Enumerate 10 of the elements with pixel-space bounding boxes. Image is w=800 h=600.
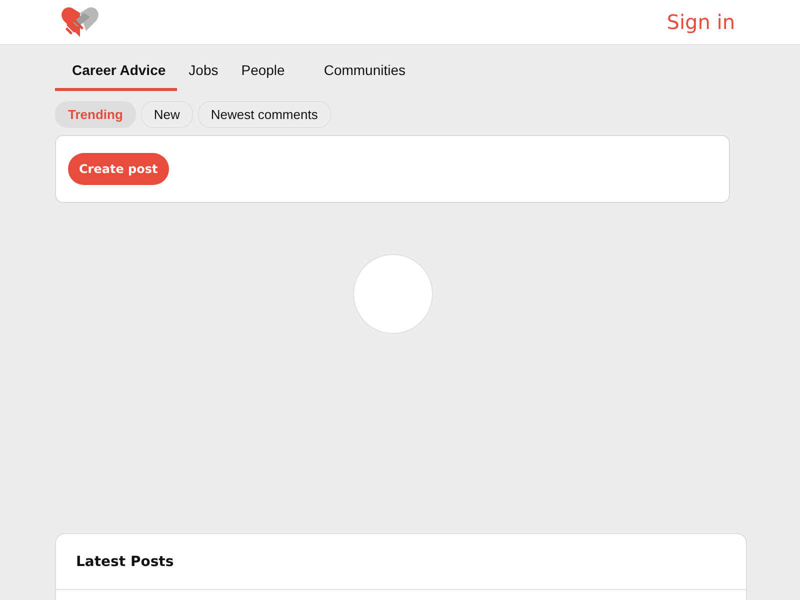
filter-chip[interactable]: New <box>140 101 193 128</box>
nav-tab[interactable]: Career Advice <box>55 54 177 91</box>
heart-handshake-logo-icon[interactable] <box>60 5 100 39</box>
nav-tab[interactable]: People <box>230 54 296 91</box>
latest-posts-title: Latest Posts <box>76 554 174 570</box>
filter-chip[interactable]: Newest comments <box>198 101 331 128</box>
nav-tab[interactable]: Jobs <box>178 54 230 91</box>
sign-in-link[interactable]: Sign in <box>666 10 735 34</box>
create-post-button[interactable]: Create post <box>68 153 169 185</box>
nav-tab[interactable]: Communities <box>312 54 417 91</box>
